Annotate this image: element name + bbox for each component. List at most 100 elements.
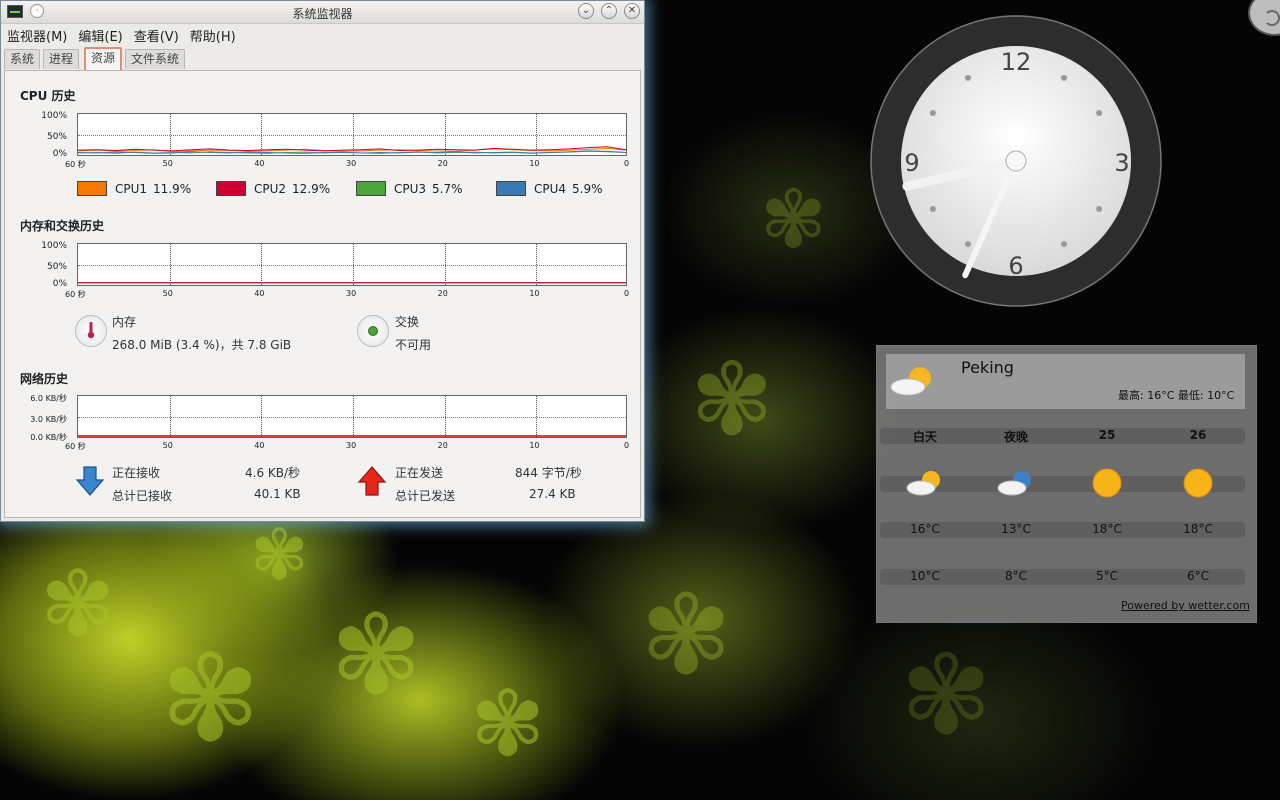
receiving-label: 正在接收 bbox=[112, 466, 161, 480]
weather-day-label: 25 bbox=[1098, 428, 1116, 442]
memory-history-graph bbox=[77, 243, 627, 286]
menu-monitor[interactable]: 监视器(M) bbox=[7, 26, 67, 45]
x-tick-label: 0 bbox=[624, 289, 630, 298]
menu-edit[interactable]: 编辑(E) bbox=[78, 26, 122, 45]
send-arrow-icon bbox=[357, 465, 387, 500]
leaf-decoration: ✾ bbox=[160, 630, 261, 769]
maximize-button[interactable]: ⌃ bbox=[601, 3, 617, 19]
cpu1-color-swatch[interactable] bbox=[77, 181, 107, 196]
x-tick-label: 40 bbox=[254, 441, 265, 450]
minimize-button[interactable]: ⌄ bbox=[578, 3, 594, 19]
cpu4-color-swatch[interactable] bbox=[496, 181, 526, 196]
clock-center-pin bbox=[1005, 150, 1027, 172]
x-tick-label: 30 bbox=[346, 441, 357, 450]
cpu4-value: 5.9% bbox=[572, 181, 603, 196]
x-tick-label: 30 bbox=[346, 289, 357, 298]
cpu2-legend[interactable]: CPU2 12.9% bbox=[216, 181, 330, 196]
memory-y-tick: 100% bbox=[41, 241, 67, 251]
cpu3-color-swatch[interactable] bbox=[356, 181, 386, 196]
clock-hour-marker bbox=[1096, 206, 1103, 212]
sun-icon bbox=[1183, 468, 1213, 498]
memory-label: 内存 bbox=[112, 315, 137, 329]
cpu3-label: CPU3 bbox=[394, 181, 427, 196]
x-tick-label: 60 秒 bbox=[65, 442, 86, 451]
title-bar[interactable]: · 系统监视器 ⌄ ⌃ ✕ bbox=[1, 1, 644, 24]
weather-low-temp: 5°C bbox=[1095, 569, 1118, 583]
x-tick-label: 40 bbox=[254, 289, 265, 298]
network-y-tick: 0.0 KB/秒 bbox=[30, 433, 67, 442]
clock-hour-marker bbox=[965, 74, 971, 81]
cpu3-legend[interactable]: CPU3 5.7% bbox=[356, 181, 463, 196]
weather-hi-lo: 最高: 16°C 最低: 10°C bbox=[1118, 389, 1235, 402]
weather-high-temp: 13°C bbox=[1001, 522, 1031, 536]
clock-hour-marker bbox=[1061, 74, 1067, 81]
cpu-y-tick: 100% bbox=[41, 111, 67, 121]
clock-hour-marker bbox=[929, 110, 936, 116]
x-tick-label: 50 bbox=[162, 441, 173, 450]
swap-value: 不可用 bbox=[395, 338, 432, 352]
cpu4-legend[interactable]: CPU4 5.9% bbox=[496, 181, 603, 196]
leaf-decoration: ✾ bbox=[250, 514, 309, 596]
powered-by-link[interactable]: Powered by wetter.com bbox=[1121, 599, 1250, 612]
x-tick-label: 10 bbox=[529, 441, 540, 450]
x-tick-label: 60 秒 bbox=[65, 290, 86, 299]
weather-day-label: 白天 bbox=[912, 430, 937, 444]
x-tick-label: 30 bbox=[346, 159, 357, 168]
swap-gauge-icon[interactable] bbox=[357, 315, 389, 347]
x-tick-label: 20 bbox=[437, 289, 448, 298]
system-monitor-window: · 系统监视器 ⌄ ⌃ ✕ 监视器(M) 编辑(E) 查看(V) 帮助(H) 系… bbox=[0, 0, 645, 522]
weather-city: Peking bbox=[961, 358, 1014, 377]
swap-label: 交换 bbox=[395, 315, 420, 329]
menu-help[interactable]: 帮助(H) bbox=[190, 26, 236, 45]
receive-arrow-icon bbox=[75, 465, 105, 500]
memory-y-tick: 50% bbox=[46, 262, 67, 272]
cpu1-value: 11.9% bbox=[153, 181, 192, 196]
clock-hour-marker bbox=[1096, 110, 1103, 116]
weather-high-temp: 16°C bbox=[910, 522, 940, 536]
tab-system[interactable]: 系统 bbox=[4, 49, 41, 69]
cpu2-value: 12.9% bbox=[292, 181, 331, 196]
leaf-decoration: ✾ bbox=[470, 672, 546, 777]
sun-icon bbox=[1092, 468, 1122, 498]
x-tick-label: 0 bbox=[624, 159, 630, 168]
total-sent-label: 总计已发送 bbox=[395, 489, 456, 503]
network-history-title: 网络历史 bbox=[20, 372, 69, 386]
x-tick-label: 0 bbox=[624, 441, 630, 450]
tab-resources[interactable]: 资源 bbox=[84, 47, 123, 70]
weather-day-label: 夜晚 bbox=[1003, 430, 1028, 444]
partly-cloudy-night-icon bbox=[997, 471, 1031, 496]
resources-panel: CPU 历史 100% 50% 0% CPU1 11.9% CPU2 12.9%… bbox=[4, 70, 641, 518]
weather-low-temp: 10°C bbox=[910, 569, 940, 583]
memory-lines bbox=[78, 281, 626, 284]
total-received-value: 40.1 KB bbox=[254, 487, 301, 501]
tab-processes[interactable]: 进程 bbox=[43, 49, 80, 69]
memory-gauge-icon[interactable] bbox=[75, 315, 107, 347]
tab-file-systems[interactable]: 文件系统 bbox=[125, 49, 186, 69]
weather-day-label: 26 bbox=[1189, 428, 1207, 442]
x-tick-label: 50 bbox=[162, 289, 173, 298]
cpu-series-lines bbox=[78, 146, 626, 154]
total-sent-value: 27.4 KB bbox=[529, 487, 576, 501]
x-tick-label: 10 bbox=[529, 159, 540, 168]
weather-widget[interactable]: Peking 最高: 16°C 最低: 10°C 白天 夜晚 25 26 16°… bbox=[876, 345, 1257, 623]
clock-numeral-6: 6 bbox=[1008, 252, 1023, 280]
receiving-rate: 4.6 KB/秒 bbox=[245, 466, 301, 480]
clock-numeral-3: 3 bbox=[1114, 149, 1129, 177]
cpu2-color-swatch[interactable] bbox=[216, 181, 246, 196]
leaf-decoration: ✾ bbox=[40, 552, 116, 657]
x-tick-label: 60 秒 bbox=[65, 160, 86, 169]
network-history-graph bbox=[77, 395, 627, 438]
sending-rate: 844 字节/秒 bbox=[515, 466, 582, 480]
analog-clock-widget[interactable]: 12 3 6 9 bbox=[870, 14, 1162, 308]
cpu2-label: CPU2 bbox=[254, 181, 287, 196]
memory-value: 268.0 MiB (3.4 %)，共 7.8 GiB bbox=[112, 338, 292, 352]
menu-view[interactable]: 查看(V) bbox=[134, 26, 179, 45]
cpu-y-tick: 50% bbox=[46, 132, 67, 142]
total-received-label: 总计已接收 bbox=[112, 489, 173, 503]
cpu1-legend[interactable]: CPU1 11.9% bbox=[77, 181, 191, 196]
close-button[interactable]: ✕ bbox=[624, 3, 640, 19]
menu-bar: 监视器(M) 编辑(E) 查看(V) 帮助(H) bbox=[1, 24, 644, 46]
weather-header: Peking 最高: 16°C 最低: 10°C bbox=[886, 354, 1245, 409]
memory-y-tick: 0% bbox=[52, 279, 67, 289]
tab-bar: 系统 进程 资源 文件系统 bbox=[1, 46, 644, 70]
